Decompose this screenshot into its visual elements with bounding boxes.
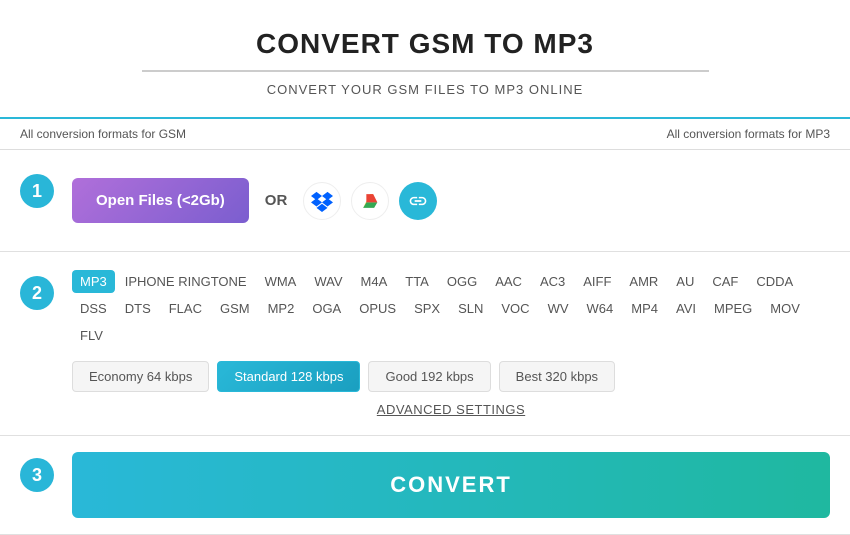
step-badge-2: 2 bbox=[20, 276, 54, 310]
quality-btn-best-320-kbps[interactable]: Best 320 kbps bbox=[499, 361, 615, 392]
quality-btn-economy-64-kbps[interactable]: Economy 64 kbps bbox=[72, 361, 209, 392]
dropbox-icon[interactable] bbox=[303, 182, 341, 220]
format-tag-aac[interactable]: AAC bbox=[487, 270, 530, 293]
google-drive-icon[interactable] bbox=[351, 182, 389, 220]
upload-row: Open Files (<2Gb) OR bbox=[72, 168, 830, 233]
quality-btn-standard-128-kbps[interactable]: Standard 128 kbps bbox=[217, 361, 360, 392]
page-title: CONVERT GSM TO MP3 bbox=[20, 28, 830, 60]
header-subtitle: CONVERT YOUR GSM FILES TO MP3 ONLINE bbox=[20, 82, 830, 97]
section-1: 1 Open Files (<2Gb) OR bbox=[0, 150, 850, 252]
format-tag-tta[interactable]: TTA bbox=[397, 270, 437, 293]
format-tag-flac[interactable]: FLAC bbox=[161, 297, 210, 320]
format-tag-caf[interactable]: CAF bbox=[704, 270, 746, 293]
format-tag-dss[interactable]: DSS bbox=[72, 297, 115, 320]
step-badge-1: 1 bbox=[20, 174, 54, 208]
format-tag-opus[interactable]: OPUS bbox=[351, 297, 404, 320]
quality-btn-good-192-kbps[interactable]: Good 192 kbps bbox=[368, 361, 490, 392]
tabs-bar: All conversion formats for GSM All conve… bbox=[0, 117, 850, 150]
header-divider bbox=[142, 70, 709, 72]
format-tag-mp4[interactable]: MP4 bbox=[623, 297, 666, 320]
format-tag-ogg[interactable]: OGG bbox=[439, 270, 485, 293]
format-tag-dts[interactable]: DTS bbox=[117, 297, 159, 320]
format-tag-sln[interactable]: SLN bbox=[450, 297, 491, 320]
section-3-content: CONVERT bbox=[72, 452, 830, 518]
format-tag-iphone-ringtone[interactable]: IPHONE RINGTONE bbox=[117, 270, 255, 293]
format-tag-spx[interactable]: SPX bbox=[406, 297, 448, 320]
link-icon[interactable] bbox=[399, 182, 437, 220]
advanced-settings-link[interactable]: ADVANCED SETTINGS bbox=[72, 402, 830, 417]
format-tag-wav[interactable]: WAV bbox=[306, 270, 350, 293]
format-tag-amr[interactable]: AMR bbox=[621, 270, 666, 293]
format-tag-mp2[interactable]: MP2 bbox=[260, 297, 303, 320]
tab-mp3-formats[interactable]: All conversion formats for MP3 bbox=[667, 127, 830, 141]
format-tag-m4a[interactable]: M4A bbox=[353, 270, 396, 293]
format-grid: MP3IPHONE RINGTONEWMAWAVM4ATTAOGGAACAC3A… bbox=[72, 270, 830, 347]
format-tag-aiff[interactable]: AIFF bbox=[575, 270, 619, 293]
quality-row: Economy 64 kbps Standard 128 kbps Good 192… bbox=[72, 361, 830, 392]
section-2: 2 MP3IPHONE RINGTONEWMAWAVM4ATTAOGGAACAC… bbox=[0, 252, 850, 436]
format-tag-gsm[interactable]: GSM bbox=[212, 297, 258, 320]
format-tag-voc[interactable]: VOC bbox=[493, 297, 537, 320]
format-tag-w64[interactable]: W64 bbox=[579, 297, 622, 320]
or-label: OR bbox=[265, 192, 288, 209]
format-tag-mp3[interactable]: MP3 bbox=[72, 270, 115, 293]
format-tag-ac3[interactable]: AC3 bbox=[532, 270, 573, 293]
section-3: 3 CONVERT bbox=[0, 436, 850, 535]
format-tag-mpeg[interactable]: MPEG bbox=[706, 297, 760, 320]
tab-gsm-formats[interactable]: All conversion formats for GSM bbox=[20, 127, 186, 141]
open-files-button[interactable]: Open Files (<2Gb) bbox=[72, 178, 249, 223]
section-1-content: Open Files (<2Gb) OR bbox=[72, 168, 830, 233]
format-tag-avi[interactable]: AVI bbox=[668, 297, 704, 320]
convert-button[interactable]: CONVERT bbox=[72, 452, 830, 518]
cloud-icons bbox=[303, 182, 437, 220]
format-tag-wma[interactable]: WMA bbox=[257, 270, 305, 293]
page-header: CONVERT GSM TO MP3 CONVERT YOUR GSM FILE… bbox=[0, 0, 850, 117]
step-badge-3: 3 bbox=[20, 458, 54, 492]
format-tag-oga[interactable]: OGA bbox=[304, 297, 349, 320]
format-tag-au[interactable]: AU bbox=[668, 270, 702, 293]
format-tag-wv[interactable]: WV bbox=[540, 297, 577, 320]
section-2-content: MP3IPHONE RINGTONEWMAWAVM4ATTAOGGAACAC3A… bbox=[72, 270, 830, 417]
format-tag-flv[interactable]: FLV bbox=[72, 324, 111, 347]
format-tag-cdda[interactable]: CDDA bbox=[748, 270, 801, 293]
format-tag-mov[interactable]: MOV bbox=[762, 297, 808, 320]
